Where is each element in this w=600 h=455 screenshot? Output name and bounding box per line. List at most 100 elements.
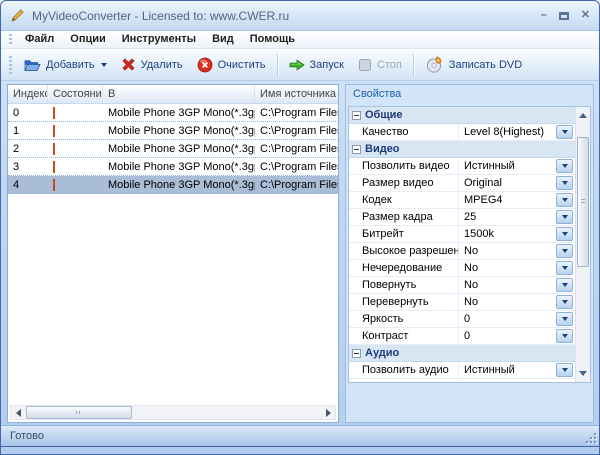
property-dropdown-button[interactable]: [556, 193, 573, 207]
property-dropdown-button[interactable]: [556, 159, 573, 173]
menu-item-options[interactable]: Опции: [62, 31, 114, 48]
property-dropdown-button[interactable]: [556, 329, 573, 343]
title-bar: MyVideoConverter - Licensed to: www.CWER…: [1, 1, 599, 31]
stop-button-label: Стоп: [376, 58, 402, 71]
property-dropdown-button[interactable]: [556, 312, 573, 326]
property-dropdown-button[interactable]: [556, 295, 573, 309]
vertical-scrollbar[interactable]: [575, 107, 590, 382]
property-row: Позволить аудио Истинный: [349, 362, 575, 379]
properties-panel-title: Свойства: [353, 88, 402, 100]
start-button[interactable]: Запуск: [282, 54, 351, 76]
table-row[interactable]: 3 Mobile Phone 3GP Mono(*.3gp) C:\Program …: [8, 158, 338, 176]
property-value: Level 8(Highest): [464, 126, 545, 138]
pencil-icon: [10, 8, 25, 23]
property-row: Нечередование No: [349, 260, 575, 277]
cell-target-format: Mobile Phone 3GP Mono(*.3gp): [108, 160, 255, 173]
table-row[interactable]: 4 Mobile Phone 3GP Mono(*.3gp) C:\Program …: [8, 176, 338, 194]
property-dropdown-button[interactable]: [556, 363, 573, 377]
property-label: Высокое разрешение: [349, 243, 459, 259]
property-dropdown-button[interactable]: [556, 227, 573, 241]
property-label: Кодек: [349, 192, 459, 208]
property-value: No: [464, 262, 479, 274]
dvd-disc-icon: [425, 56, 444, 73]
horizontal-scrollbar-thumb[interactable]: [26, 406, 132, 419]
menu-item-view[interactable]: Вид: [204, 31, 242, 48]
property-dropdown-button[interactable]: [556, 278, 573, 292]
menu-item-file[interactable]: Файл: [17, 31, 62, 48]
property-row: Повернуть No: [349, 277, 575, 294]
green-arrow-icon: [289, 58, 305, 72]
cell-status: [48, 106, 103, 119]
scroll-down-arrow-icon[interactable]: [576, 366, 590, 381]
collapse-minus-icon[interactable]: [352, 110, 361, 120]
menu-item-help[interactable]: Помощь: [242, 31, 303, 48]
property-dropdown-button[interactable]: [556, 244, 573, 258]
horizontal-scrollbar[interactable]: [10, 405, 336, 420]
red-circle-cross-icon: [197, 57, 213, 73]
close-icon[interactable]: ✕: [581, 10, 590, 21]
table-row[interactable]: 2 Mobile Phone 3GP Mono(*.3gp) C:\Program …: [8, 140, 338, 158]
collapse-minus-icon[interactable]: [352, 144, 361, 154]
clear-button[interactable]: Очистить: [190, 53, 273, 77]
property-label: Битрейт: [349, 226, 459, 242]
menubar-grip-handle[interactable]: [9, 33, 12, 46]
property-dropdown-button[interactable]: [556, 261, 573, 275]
scroll-right-arrow-icon[interactable]: [321, 406, 335, 419]
property-row: Контраст 0: [349, 328, 575, 345]
cell-index: 1: [13, 124, 20, 137]
table-row[interactable]: 1 Mobile Phone 3GP Mono(*.3gp) C:\Program …: [8, 122, 338, 140]
cell-target-format: Mobile Phone 3GP Mono(*.3gp): [108, 142, 255, 155]
scroll-up-arrow-icon[interactable]: [576, 108, 590, 123]
dropdown-caret-icon: [561, 266, 568, 270]
property-dropdown-button[interactable]: [556, 210, 573, 224]
category-title: Аудио: [365, 347, 400, 359]
dropdown-caret-icon: [561, 198, 568, 202]
scroll-left-arrow-icon[interactable]: [11, 406, 25, 419]
property-row: Размер видео Original: [349, 175, 575, 192]
add-button-label: Добавить: [46, 58, 95, 71]
column-header-Индекс[interactable]: Индекс: [8, 85, 48, 103]
property-category-Аудио[interactable]: Аудио: [349, 345, 575, 362]
property-label: Перевернуть: [349, 294, 459, 310]
menu-bar: Файл Опции Инструменты Вид Помощь: [1, 31, 599, 49]
conversion-queue-panel: Индекс Состояние В Имя источника 0 Mobile Ph…: [7, 84, 339, 423]
property-value: No: [464, 296, 479, 308]
cell-index: 3: [13, 160, 20, 173]
property-value: Original: [464, 177, 502, 189]
property-dropdown-button[interactable]: [556, 125, 573, 139]
dropdown-caret-icon: [100, 62, 107, 67]
status-queued-icon: [53, 142, 55, 155]
burn-dvd-button[interactable]: Записать DVD: [418, 52, 529, 77]
toolbar-grip-handle[interactable]: [9, 55, 12, 74]
property-row: Высокое разрешение No: [349, 243, 575, 260]
property-label: Позволить видео: [349, 158, 459, 174]
menu-item-tools[interactable]: Инструменты: [114, 31, 204, 48]
cell-target-format: Mobile Phone 3GP Mono(*.3gp): [108, 106, 255, 119]
dropdown-caret-icon: [561, 334, 568, 338]
property-row: Качество Level 8(Highest): [349, 124, 575, 141]
stop-button[interactable]: Стоп: [351, 54, 409, 76]
cell-source-path: C:\Program Files\: [260, 178, 338, 191]
column-header-В[interactable]: В: [103, 85, 255, 103]
cell-source-path: C:\Program Files\: [260, 124, 338, 137]
add-button[interactable]: Добавить: [17, 54, 114, 76]
column-header-Имя источника[interactable]: Имя источника: [255, 85, 338, 103]
dropdown-caret-icon: [561, 249, 568, 253]
property-label: Размер кадра: [349, 209, 459, 225]
dropdown-caret-icon: [561, 232, 568, 236]
cell-target-format: Mobile Phone 3GP Mono(*.3gp): [108, 124, 255, 137]
maximize-icon[interactable]: [558, 11, 569, 20]
cell-source-path: C:\Program Files\: [260, 160, 338, 173]
resize-grip-handle[interactable]: [585, 432, 596, 443]
column-header-Состояние[interactable]: Состояние: [48, 85, 103, 103]
delete-button[interactable]: Удалить: [114, 53, 190, 76]
vertical-scrollbar-thumb[interactable]: [577, 137, 589, 267]
minimize-icon[interactable]: –: [541, 10, 547, 21]
property-dropdown-button[interactable]: [556, 176, 573, 190]
cell-index: 2: [13, 142, 20, 155]
property-category-Видео[interactable]: Видео: [349, 141, 575, 158]
table-row[interactable]: 0 Mobile Phone 3GP Mono(*.3gp) C:\Program …: [8, 104, 338, 122]
collapse-minus-icon[interactable]: [352, 348, 361, 358]
property-category-Общие[interactable]: Общие: [349, 107, 575, 124]
dropdown-caret-icon: [561, 215, 568, 219]
